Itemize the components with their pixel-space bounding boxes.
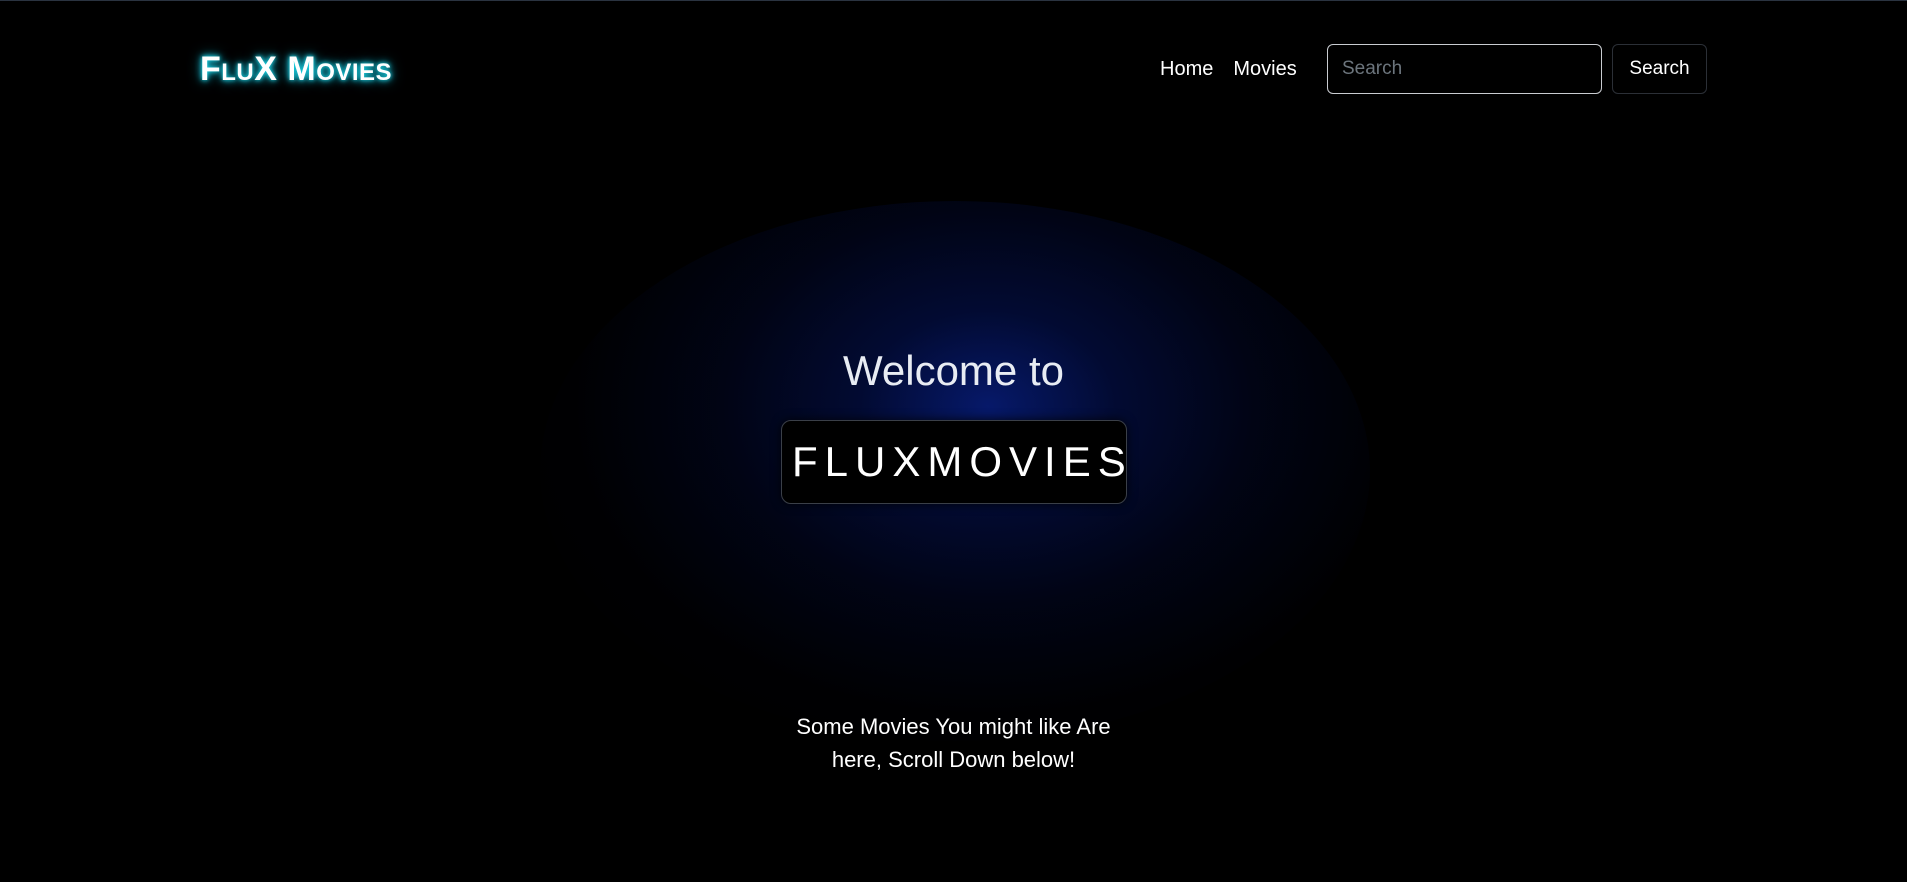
page: FluX Movies Home Movies Search Welcome t…: [0, 0, 1907, 882]
tagline-line-2: here, Scroll Down below!: [831, 747, 1076, 772]
search-button[interactable]: Search: [1612, 44, 1707, 94]
search-input[interactable]: [1327, 44, 1602, 94]
tagline-line-1: Some Movies You might like Are: [796, 714, 1111, 739]
typewriter-text: FLUXMOVIES: [792, 438, 1133, 485]
brand-logo[interactable]: FluX Movies: [200, 51, 392, 87]
typewriter-box: FLUXMOVIES: [781, 420, 1127, 504]
main-nav: Home Movies: [1160, 55, 1297, 83]
welcome-heading: Welcome to: [843, 347, 1064, 394]
nav-home-link[interactable]: Home: [1160, 55, 1213, 83]
nav-movies-link[interactable]: Movies: [1233, 55, 1296, 83]
tagline: Some Movies You might like Are here, Scr…: [0, 710, 1907, 776]
